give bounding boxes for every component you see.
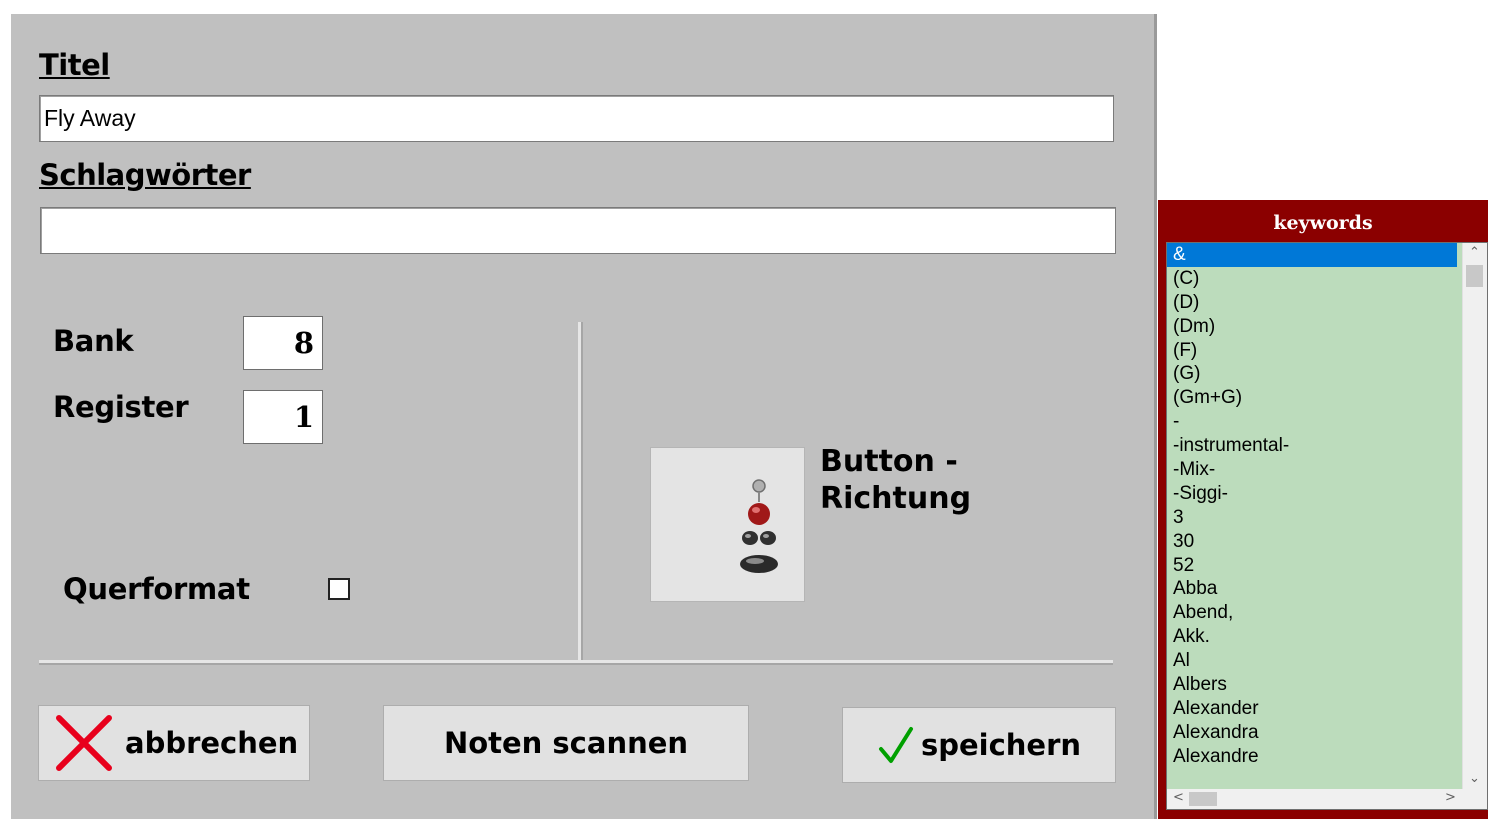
scan-notes-button[interactable]: Noten scannen [383,705,749,781]
cancel-button-label: abbrechen [125,726,299,760]
horizontal-divider [39,660,1113,665]
scan-button-label: Noten scannen [443,726,689,760]
keyword-item[interactable]: (G) [1167,362,1457,386]
title-input[interactable]: Fly Away [39,95,1114,142]
save-button-label: speichern [920,728,1082,762]
keyword-item[interactable]: Akk. [1167,625,1457,649]
vertical-divider [578,322,583,662]
keyword-item[interactable]: Abba [1167,577,1457,601]
keywords-panel-title: keywords [1273,212,1373,234]
keyword-item[interactable]: Albers [1167,673,1457,697]
direction-label-line1: Button - [820,444,958,479]
title-label: Titel [39,48,110,82]
scroll-up-arrow-icon[interactable]: ⌃ [1469,245,1480,260]
direction-label-line2: Richtung [820,481,972,516]
landscape-label: Querformat [63,572,250,606]
keyword-item[interactable]: Abend, [1167,601,1457,625]
save-button[interactable]: speichern [842,707,1116,783]
keyword-item[interactable]: Al [1167,649,1457,673]
keywords-items: & (C) (D) (Dm) (F) (G) (Gm+G) - -instrumental- -M… [1167,243,1487,769]
keyword-item[interactable]: (C) [1167,267,1457,291]
bank-label: Bank [53,324,134,358]
horizontal-scrollbar[interactable]: < > [1167,789,1463,809]
keyword-item[interactable]: & [1167,243,1457,267]
direction-button[interactable] [650,447,805,602]
keyword-item[interactable]: (Gm+G) [1167,386,1457,410]
keyword-item[interactable]: (D) [1167,291,1457,315]
keyword-item[interactable]: -Siggi- [1167,482,1457,506]
keyword-item[interactable]: Alexander [1167,697,1457,721]
landscape-checkbox[interactable] [328,578,350,600]
keyword-item[interactable]: -Mix- [1167,458,1457,482]
scroll-down-arrow-icon[interactable]: ⌄ [1469,771,1480,786]
scroll-right-arrow-icon[interactable]: > [1445,790,1456,805]
keywords-list[interactable]: & (C) (D) (Dm) (F) (G) (Gm+G) - -instrumental- -M… [1166,242,1488,810]
checkmark-icon [878,727,913,763]
keywords-panel: keywords & (C) (D) (Dm) (F) (G) (Gm+G) - -instru… [1158,200,1488,819]
keyword-item[interactable]: - [1167,410,1457,434]
register-input[interactable]: 1 [243,390,323,444]
keyword-item[interactable]: 30 [1167,530,1457,554]
register-label: Register [53,390,189,424]
scroll-left-arrow-icon[interactable]: < [1173,790,1184,805]
keyword-item[interactable]: Alexandra [1167,721,1457,745]
cancel-button[interactable]: abbrechen [38,705,310,781]
bank-input[interactable]: 8 [243,316,323,370]
keywords-label: Schlagwörter [39,158,251,192]
keyword-item[interactable]: 3 [1167,506,1457,530]
cancel-x-icon [56,715,112,771]
keywords-input[interactable] [40,207,1116,254]
scrollbar-thumb[interactable] [1466,265,1483,287]
edit-dialog: Titel Fly Away Schlagwörter Bank 8 Regis… [11,14,1157,819]
scrollbar-corner [1463,789,1487,809]
traffic-stack-icon [740,479,778,573]
keyword-item[interactable]: 52 [1167,554,1457,578]
keyword-item[interactable]: -instrumental- [1167,434,1457,458]
keyword-item[interactable]: (F) [1167,339,1457,363]
keyword-item[interactable]: Alexandre [1167,745,1457,769]
vertical-scrollbar[interactable]: ⌃ ⌄ [1462,243,1487,791]
hscrollbar-thumb[interactable] [1189,792,1217,806]
keyword-item[interactable]: (Dm) [1167,315,1457,339]
